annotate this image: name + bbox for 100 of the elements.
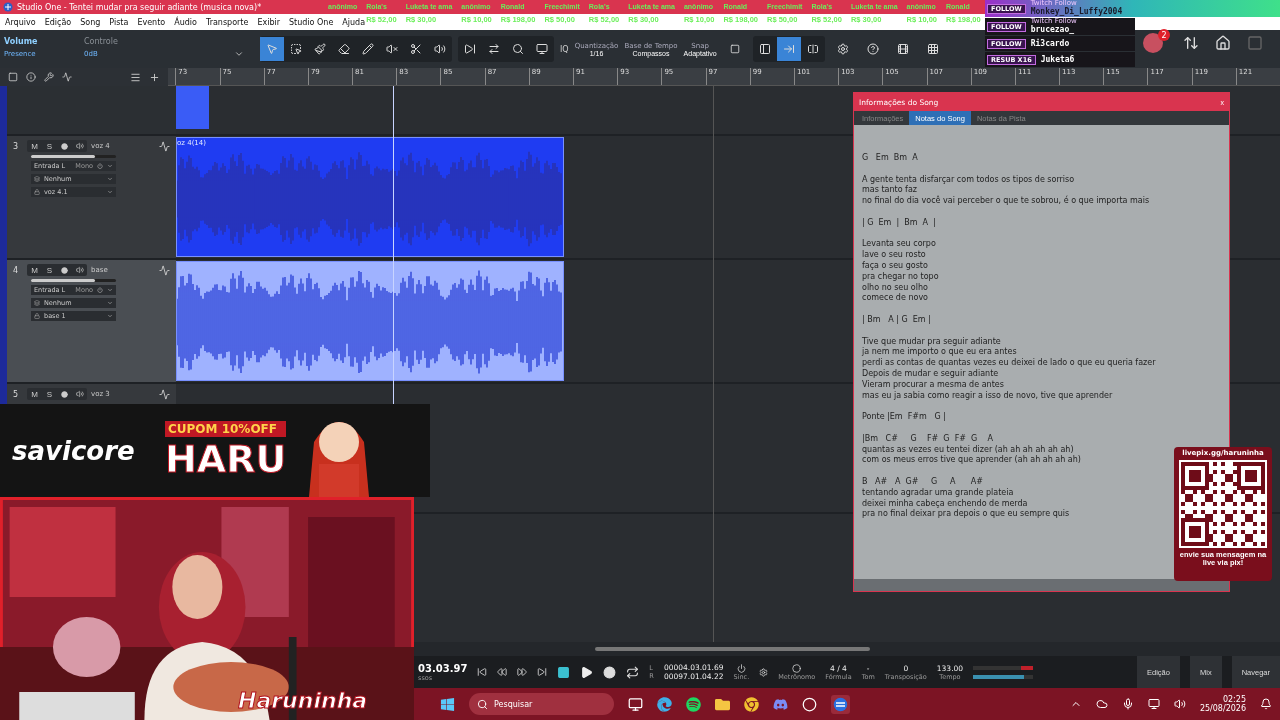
search-icon bbox=[512, 43, 524, 55]
menu-item[interactable]: Evento bbox=[137, 17, 166, 27]
help-icon bbox=[866, 43, 879, 55]
rewind-icon[interactable] bbox=[497, 667, 508, 677]
menu-item[interactable]: Pista bbox=[109, 17, 129, 27]
note-line: Ponte |Em F#m G | bbox=[862, 412, 947, 423]
note-line: tentando agradar uma grande plateia bbox=[862, 487, 1015, 499]
mute-button[interactable]: M bbox=[27, 140, 42, 152]
paint-icon bbox=[314, 43, 326, 55]
start-icon[interactable] bbox=[440, 696, 455, 712]
loop-icon[interactable] bbox=[626, 665, 640, 679]
speaker-icon bbox=[75, 142, 84, 150]
note-line: |Bm C# G F# G F# G A bbox=[862, 433, 994, 445]
solo-button[interactable]: S bbox=[42, 264, 57, 276]
home-icon[interactable] bbox=[1215, 35, 1231, 51]
split-icon bbox=[410, 43, 422, 55]
task-view-icon[interactable] bbox=[628, 696, 643, 712]
menu-item[interactable]: Exibir bbox=[257, 17, 281, 27]
circle-icon[interactable] bbox=[802, 696, 817, 712]
listen-icon bbox=[434, 43, 446, 55]
film-icon bbox=[896, 43, 909, 55]
menu-item[interactable]: Song bbox=[80, 17, 101, 27]
skip-end-icon[interactable] bbox=[537, 667, 548, 677]
play-icon[interactable] bbox=[580, 665, 594, 679]
search-field[interactable]: Pesquisar bbox=[469, 693, 614, 715]
panel-icon bbox=[782, 43, 795, 55]
menu-item[interactable]: Ajuda bbox=[342, 17, 366, 27]
discord-icon[interactable] bbox=[773, 696, 788, 712]
volume-fader[interactable] bbox=[31, 155, 116, 158]
skip-icon bbox=[464, 43, 476, 55]
automation-icon[interactable] bbox=[159, 264, 170, 276]
menu-icon[interactable] bbox=[130, 71, 142, 83]
mic-icon[interactable] bbox=[1121, 698, 1134, 710]
solo-button[interactable]: S bbox=[42, 388, 57, 400]
record-icon bbox=[61, 390, 68, 398]
note-line: com os meus erros tive que aprender (ah ah ah ah ah) bbox=[862, 455, 1082, 467]
automation-icon[interactable] bbox=[62, 72, 72, 82]
solo-button[interactable]: S bbox=[42, 140, 57, 152]
automation-icon[interactable] bbox=[159, 388, 170, 400]
note-line: mas tanto faz bbox=[862, 185, 918, 196]
alert-username: Juketa6 bbox=[1040, 54, 1075, 65]
note-line: deixei minha cabeça enchendo de merda bbox=[862, 498, 1029, 509]
menu-item[interactable]: Áudio bbox=[174, 17, 197, 27]
info-icon[interactable] bbox=[26, 72, 36, 82]
volume-icon[interactable] bbox=[1173, 698, 1186, 710]
note-line: G Em Bm A bbox=[862, 153, 919, 164]
wrench-icon[interactable] bbox=[44, 72, 54, 82]
streamer-logo: Haruninha bbox=[238, 688, 368, 713]
arrows-icon bbox=[488, 43, 500, 55]
scrollbar-thumb[interactable] bbox=[595, 647, 870, 651]
speaker-icon bbox=[75, 266, 84, 274]
clock-time[interactable]: 02:25 bbox=[1222, 695, 1246, 704]
chrome-icon[interactable] bbox=[744, 696, 759, 712]
stop-icon[interactable] bbox=[557, 665, 571, 679]
app-logo-icon bbox=[3, 2, 13, 12]
mute-button[interactable]: M bbox=[27, 388, 42, 400]
fast-forward-icon[interactable] bbox=[517, 667, 528, 677]
coupon-code: HARU bbox=[165, 436, 287, 481]
view-toggle-button[interactable] bbox=[776, 37, 801, 61]
arrow-icon bbox=[266, 43, 278, 55]
range-icon bbox=[290, 43, 302, 55]
folder-icon[interactable] bbox=[715, 696, 730, 712]
level-meter bbox=[973, 674, 1034, 679]
alert-username: brucezao_ bbox=[1030, 25, 1076, 35]
spotify-icon[interactable] bbox=[686, 696, 701, 712]
menu-item[interactable]: Arquivo bbox=[5, 17, 36, 27]
caret-icon bbox=[107, 300, 113, 306]
settings-icon[interactable] bbox=[759, 667, 769, 677]
iq-button[interactable]: IQ bbox=[560, 44, 569, 54]
automation-icon[interactable] bbox=[159, 140, 170, 152]
record-icon bbox=[61, 266, 68, 274]
notification-icon[interactable] bbox=[1260, 698, 1272, 710]
mute-button[interactable]: M bbox=[27, 264, 42, 276]
panel-icon bbox=[806, 43, 819, 55]
app-icon[interactable] bbox=[833, 696, 848, 712]
brand-logo: savicore bbox=[11, 435, 136, 466]
rewind-start-icon[interactable] bbox=[477, 667, 488, 677]
volume-fader[interactable] bbox=[31, 279, 116, 282]
audio-clip[interactable] bbox=[176, 86, 209, 129]
caret-icon bbox=[107, 287, 113, 293]
record-icon[interactable] bbox=[603, 665, 617, 679]
caret-icon bbox=[107, 313, 113, 319]
note-line: pra no final deixar pra depois o que eu sempre quis bbox=[862, 509, 1071, 521]
power-icon bbox=[97, 287, 103, 293]
note-line: no final do dia você vai perceber o que te sobrou, é o que importa mais bbox=[862, 196, 1151, 207]
menu-item[interactable]: Transporte bbox=[205, 17, 249, 27]
browser-icon[interactable] bbox=[657, 696, 672, 712]
cloud-icon[interactable] bbox=[1095, 698, 1108, 710]
add-track-icon[interactable] bbox=[149, 71, 161, 83]
note-line: faça o seu gosto bbox=[862, 260, 929, 272]
note-line: Tive que mudar pra seguir adiante bbox=[862, 336, 1002, 347]
menu-item[interactable]: Studio One bbox=[289, 17, 334, 27]
track-number: 4 bbox=[13, 265, 20, 275]
panel-icon bbox=[758, 43, 771, 55]
menu-item[interactable]: Edição bbox=[44, 17, 72, 27]
note-line: | G Em | Bm A | bbox=[862, 217, 937, 229]
note-line: ja nem me importo o que eu era antes bbox=[862, 347, 1018, 358]
window-title: Studio One - Tentei mudar pra seguir adiante (musica nova)* bbox=[17, 2, 262, 12]
clock-date[interactable]: 25/08/2026 bbox=[1199, 704, 1246, 713]
caret-icon[interactable] bbox=[234, 49, 244, 59]
